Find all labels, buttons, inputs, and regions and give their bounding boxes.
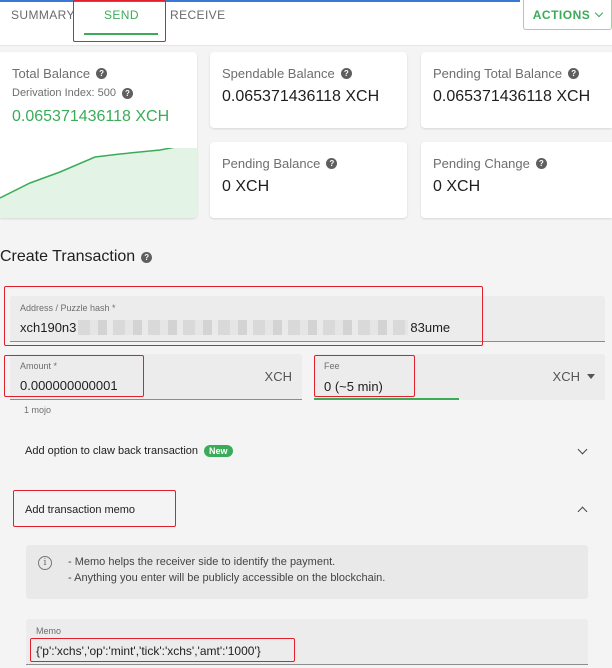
- fee-unit: XCH: [552, 369, 580, 384]
- fee-label: Fee: [324, 361, 340, 371]
- address-label: Address / Puzzle hash *: [20, 303, 116, 313]
- help-icon[interactable]: ?: [96, 68, 108, 79]
- actions-button[interactable]: ACTIONS: [523, 0, 612, 30]
- address-field[interactable]: Address / Puzzle hash * xch190n3 83ume: [10, 296, 605, 342]
- tab-receive[interactable]: RECEIVE: [170, 8, 225, 22]
- help-icon[interactable]: ?: [568, 68, 580, 79]
- amount-helper-text: 1 mojo: [24, 405, 52, 415]
- pending-change-label: Pending Change: [433, 156, 530, 171]
- spendable-balance-value: 0.065371436118 XCH: [222, 88, 380, 105]
- memo-field[interactable]: Memo {'p':'xchs','op':'mint','tick':'xch…: [26, 619, 588, 665]
- clawback-accordion[interactable]: Add option to claw back transaction New: [10, 432, 605, 472]
- create-transaction-heading: Create Transaction ?: [0, 248, 153, 266]
- address-input[interactable]: xch190n3 83ume: [20, 320, 450, 335]
- dropdown-arrow-icon: [587, 374, 595, 379]
- new-badge: New: [204, 445, 233, 457]
- top-tab-bar: SUMMARY SEND RECEIVE: [0, 0, 612, 46]
- chevron-down-icon[interactable]: [577, 444, 588, 455]
- pending-balance-card: Pending Balance ? 0 XCH: [210, 142, 407, 218]
- address-redacted: [78, 320, 409, 335]
- active-tab-indicator: [84, 33, 158, 35]
- pending-balance-title: Pending Balance ?: [222, 156, 338, 171]
- pending-change-card: Pending Change ? 0 XCH: [421, 142, 612, 218]
- pending-balance-value: 0 XCH: [222, 178, 270, 195]
- amount-unit: XCH: [264, 369, 292, 384]
- help-icon[interactable]: ?: [141, 251, 153, 263]
- pending-change-title: Pending Change ?: [433, 156, 547, 171]
- memo-label: Memo: [36, 626, 62, 636]
- info-line-1: - Memo helps the receiver side to identi…: [68, 556, 336, 568]
- tab-summary[interactable]: SUMMARY: [11, 8, 75, 22]
- clawback-label: Add option to claw back transaction New: [25, 445, 233, 457]
- derivation-index-text: Derivation Index: 500: [12, 87, 116, 99]
- memo-section-label: Add transaction memo: [25, 504, 136, 516]
- amount-input[interactable]: 0.000000000001: [20, 378, 118, 393]
- balance-history-chart: [0, 148, 197, 218]
- total-balance-card: Total Balance ? Derivation Index: 500 ? …: [0, 52, 197, 218]
- chevron-up-icon[interactable]: [577, 506, 588, 517]
- memo-info-box: i - Memo helps the receiver side to iden…: [26, 545, 588, 599]
- address-value-end: 83ume: [410, 320, 451, 335]
- memo-input[interactable]: {'p':'xchs','op':'mint','tick':'xchs','a…: [36, 644, 261, 658]
- total-balance-label: Total Balance: [12, 66, 91, 81]
- total-balance-title: Total Balance ?: [12, 66, 108, 81]
- amount-field[interactable]: Amount * 0.000000000001 XCH: [10, 354, 302, 400]
- info-icon: i: [38, 556, 52, 570]
- address-value-start: xch190n3: [20, 320, 77, 335]
- pending-total-balance-value: 0.065371436118 XCH: [433, 88, 591, 105]
- clawback-text: Add option to claw back transaction: [25, 445, 199, 457]
- memo-accordion[interactable]: Add transaction memo: [10, 490, 605, 530]
- pending-change-value: 0 XCH: [433, 178, 481, 195]
- chevron-down-icon: [595, 8, 604, 18]
- fee-focus-underline: [314, 398, 459, 400]
- spendable-balance-title: Spendable Balance ?: [222, 66, 352, 81]
- pending-total-balance-card: Pending Total Balance ? 0.065371436118 X…: [421, 52, 612, 128]
- pending-total-balance-title: Pending Total Balance ?: [433, 66, 580, 81]
- info-line-2: - Anything you enter will be publicly ac…: [68, 572, 386, 584]
- help-icon[interactable]: ?: [121, 87, 133, 99]
- pending-total-balance-label: Pending Total Balance: [433, 66, 563, 81]
- fee-unit-select[interactable]: XCH: [553, 369, 595, 384]
- actions-label: ACTIONS: [532, 7, 591, 22]
- fee-input[interactable]: 0 (~5 min): [324, 379, 383, 394]
- help-icon[interactable]: ?: [326, 158, 338, 169]
- help-icon[interactable]: ?: [535, 158, 547, 169]
- spendable-balance-label: Spendable Balance: [222, 66, 335, 81]
- amount-label: Amount *: [20, 361, 58, 371]
- help-icon[interactable]: ?: [340, 68, 352, 79]
- fee-field[interactable]: Fee 0 (~5 min) XCH: [314, 354, 605, 400]
- create-transaction-title: Create Transaction: [0, 248, 136, 265]
- total-balance-value: 0.065371436118 XCH: [12, 108, 170, 125]
- spendable-balance-card: Spendable Balance ? 0.065371436118 XCH: [210, 52, 407, 128]
- tab-send[interactable]: SEND: [104, 8, 139, 22]
- top-accent-line: [0, 0, 520, 2]
- pending-balance-label: Pending Balance: [222, 156, 321, 171]
- derivation-index: Derivation Index: 500 ?: [12, 87, 133, 99]
